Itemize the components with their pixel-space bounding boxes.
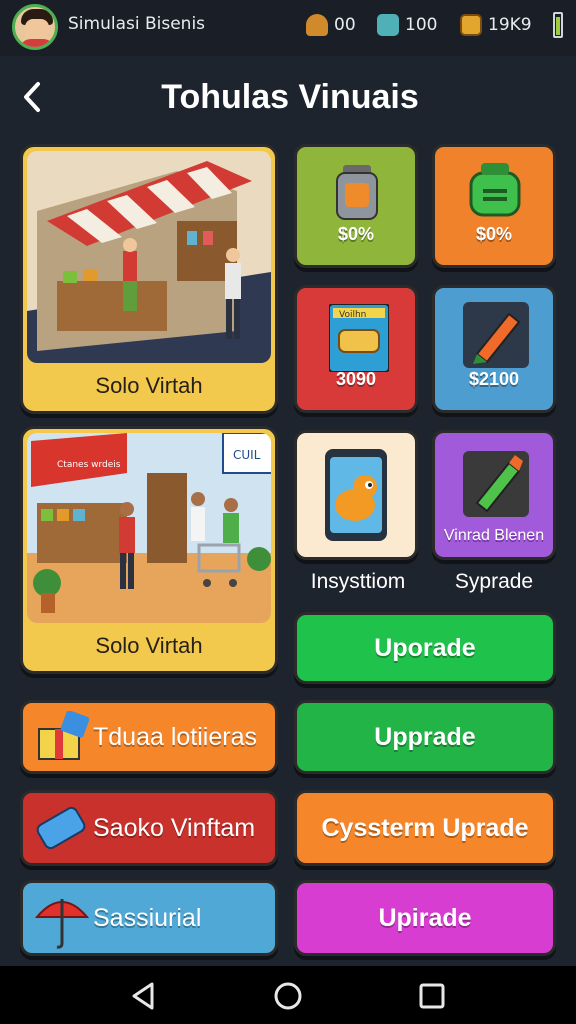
tile-container[interactable]: $0% [432, 144, 556, 268]
cone-icon [306, 14, 328, 36]
upgrade-button-2[interactable]: Upprade [294, 700, 556, 774]
shop-card-1[interactable]: Solo Virtah [20, 144, 278, 414]
promo-button[interactable]: Tduaa lotiieras [20, 700, 278, 774]
back-triangle-icon [132, 982, 154, 1010]
upgrade-button-1[interactable]: Uporade [294, 612, 556, 684]
caption-left: Insysttiom [310, 570, 406, 593]
button-label: Tduaa lotiieras [93, 723, 257, 751]
umbrella-icon [35, 899, 89, 949]
button-label: Uporade [374, 634, 476, 662]
jar-icon [336, 165, 378, 220]
system-upgrade-button[interactable]: Cyssterm Uprade [294, 790, 556, 866]
nav-recents-button[interactable] [416, 980, 448, 1012]
battery-icon [553, 12, 563, 38]
store-sign-text: Ctanes wrdeis [57, 460, 121, 470]
umbrella-button[interactable]: Sassiurial [20, 880, 278, 956]
button-label: Saoko Vinftam [93, 814, 256, 842]
top-bar: Simulasi Bisenis 00 100 19K9 [0, 0, 576, 56]
tile-poster[interactable]: Voilhn 3090 [294, 285, 418, 413]
tile-value: Vinrad Blenen [443, 527, 545, 544]
tile-phone-app[interactable] [294, 430, 418, 560]
page-title: Tohulas Vinuais [161, 78, 419, 116]
gift-box-icon [38, 711, 90, 760]
home-circle-icon [274, 982, 302, 1010]
resource-cash: 100 [377, 14, 437, 36]
tile-value: $0% [337, 224, 375, 244]
system-nav-bar [0, 966, 576, 1024]
tile-jar[interactable]: $0% [294, 144, 418, 268]
shop-card-label: Solo Virtah [95, 373, 203, 398]
button-label: Sassiurial [93, 904, 202, 932]
button-label: Cyssterm Uprade [321, 814, 529, 842]
marker-icon [463, 302, 529, 368]
resource-cone: 00 [306, 14, 356, 36]
nav-home-button[interactable] [272, 980, 304, 1012]
tile-value: $0% [475, 224, 513, 244]
ticket-icon [36, 806, 86, 850]
chevron-left-icon [24, 82, 40, 112]
recents-square-icon [419, 983, 445, 1009]
green-marker-icon [463, 451, 529, 517]
cash-stack-icon [377, 14, 399, 36]
crate-icon [460, 14, 482, 36]
resource-crate: 19K9 [460, 14, 532, 36]
shop-card-label: Solo Virtah [95, 633, 203, 658]
store-tag-text: CUIL [233, 448, 261, 462]
upgrade-button-4[interactable]: Upirade [294, 880, 556, 956]
shop-card-2[interactable]: Ctanes wrdeis CUIL Solo Virtah [20, 426, 278, 674]
player-avatar[interactable] [12, 4, 58, 50]
back-button[interactable] [14, 80, 50, 120]
green-container-icon [469, 163, 521, 217]
tile-marker[interactable]: $2100 [432, 285, 556, 413]
poster-text: Voilhn [339, 310, 366, 320]
caption-right: Syprade [454, 570, 534, 593]
tile-green-marker[interactable]: Vinrad Blenen [432, 430, 556, 560]
phone-app-icon [325, 449, 387, 541]
supermarket-illustration: Ctanes wrdeis CUIL [27, 433, 271, 623]
market-stall-illustration [27, 151, 271, 363]
ticket-button[interactable]: Saoko Vinftam [20, 790, 278, 866]
nav-back-button[interactable] [128, 980, 160, 1012]
tile-value: $2100 [468, 369, 520, 389]
button-label: Upirade [378, 904, 472, 932]
poster-icon: Voilhn [329, 304, 389, 372]
game-title: Simulasi Bisenis [68, 14, 206, 34]
tile-value: 3090 [335, 369, 377, 389]
button-label: Upprade [374, 723, 476, 751]
